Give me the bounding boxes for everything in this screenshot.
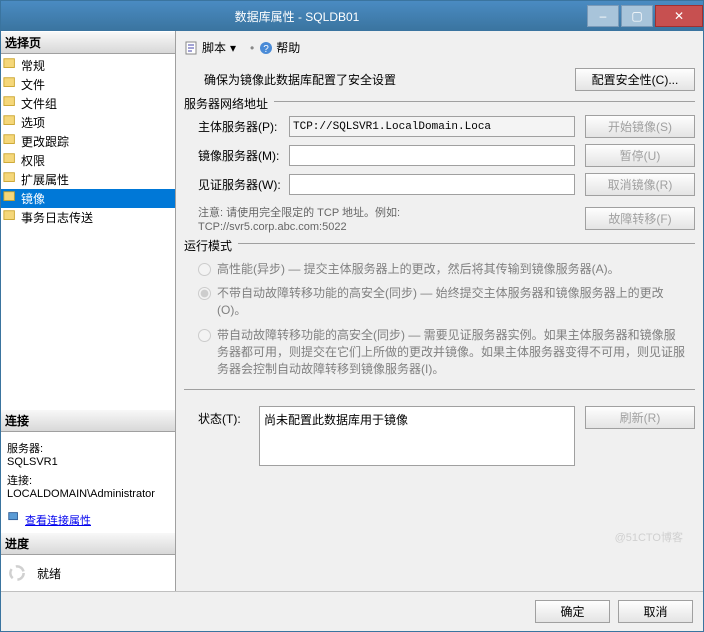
toolbar-sep: • [250, 41, 254, 55]
window-title: 数据库属性 - SQLDB01 [9, 8, 585, 25]
ready-text: 就绪 [37, 565, 61, 582]
svg-text:?: ? [263, 44, 269, 55]
progress-header: 进度 [1, 532, 175, 555]
conn-value: LOCALDOMAIN\Administrator [7, 488, 169, 500]
witness-label: 见证服务器(W): [184, 176, 289, 193]
nav-logshipping[interactable]: 事务日志传送 [1, 208, 175, 227]
script-button[interactable]: 脚本 ▾ [184, 39, 236, 56]
help-icon: ? [258, 40, 274, 56]
note-label: 注意: 请使用完全限定的 TCP 地址。例如: [198, 207, 400, 219]
nav-mirroring[interactable]: 镜像 [1, 189, 175, 208]
conn-label: 连接: [7, 472, 169, 488]
ensure-security-text: 确保为镜像此数据库配置了安全设置 [184, 71, 575, 88]
pause-button[interactable]: 暂停(U) [585, 144, 695, 167]
mode-legend: 运行模式 [184, 237, 238, 254]
nav-changetracking[interactable]: 更改跟踪 [1, 132, 175, 151]
ok-button[interactable]: 确定 [535, 600, 610, 623]
mode-high-perf-radio[interactable] [198, 263, 211, 276]
close-button[interactable]: ✕ [655, 5, 703, 27]
status-text: 尚未配置此数据库用于镜像 [259, 406, 575, 466]
spinner-icon [7, 563, 27, 583]
select-page-header: 选择页 [1, 31, 175, 54]
refresh-button[interactable]: 刷新(R) [585, 406, 695, 429]
server-addresses-group: 服务器网络地址 主体服务器(P): 开始镜像(S) 镜像服务器(M): 暂停(U… [184, 101, 695, 235]
maximize-button[interactable]: ▢ [621, 5, 653, 27]
mirror-label: 镜像服务器(M): [184, 147, 289, 164]
nav-extended[interactable]: 扩展属性 [1, 170, 175, 189]
nav-filegroups[interactable]: 文件组 [1, 94, 175, 113]
connection-icon [7, 510, 21, 524]
dialog-footer: 确定 取消 [1, 591, 703, 631]
nav-files[interactable]: 文件 [1, 75, 175, 94]
nav-options[interactable]: 选项 [1, 113, 175, 132]
mode-high-safe-no-fo[interactable]: 不带自动故障转移功能的高安全(同步) — 始终提交主体服务器和镜像服务器上的更改… [184, 281, 695, 323]
nav-list: 常规 文件 文件组 选项 更改跟踪 权限 扩展属性 镜像 事务日志传送 [1, 54, 175, 229]
toolbar: 脚本 ▾ • ? 帮助 [184, 35, 695, 62]
chevron-down-icon: ▾ [230, 41, 236, 55]
configure-security-button[interactable]: 配置安全性(C)... [575, 68, 695, 91]
server-label: 服务器: [7, 440, 169, 456]
mode-high-perf[interactable]: 高性能(异步) — 提交主体服务器上的更改，然后将其传输到镜像服务器(A)。 [184, 257, 695, 282]
witness-input[interactable] [289, 174, 575, 195]
mode-high-safe-fo[interactable]: 带自动故障转移功能的高安全(同步) — 需要见证服务器实例。如果主体服务器和镜像… [184, 323, 695, 381]
left-panel: 选择页 常规 文件 文件组 选项 更改跟踪 权限 扩展属性 镜像 事务日志传送 … [1, 31, 176, 591]
cancel-button[interactable]: 取消 [618, 600, 693, 623]
script-icon [184, 40, 200, 56]
operating-mode-group: 运行模式 高性能(异步) — 提交主体服务器上的更改，然后将其传输到镜像服务器(… [184, 243, 695, 382]
note-example: TCP://svr5.corp.abc.com:5022 [198, 221, 347, 233]
start-mirror-button[interactable]: 开始镜像(S) [585, 115, 695, 138]
mode-high-safe-no-fo-radio[interactable] [198, 287, 211, 300]
status-group: 状态(T): 尚未配置此数据库用于镜像 刷新(R) [184, 389, 695, 466]
principal-input[interactable] [289, 116, 575, 137]
remove-mirror-button[interactable]: 取消镜像(R) [585, 173, 695, 196]
help-button[interactable]: ? 帮助 [258, 39, 300, 56]
mode-high-safe-fo-radio[interactable] [198, 329, 211, 342]
net-addr-legend: 服务器网络地址 [184, 95, 274, 112]
principal-label: 主体服务器(P): [184, 118, 289, 135]
server-value: SQLSVR1 [7, 456, 169, 468]
nav-general[interactable]: 常规 [1, 56, 175, 75]
failover-button[interactable]: 故障转移(F) [585, 207, 695, 230]
view-connection-link[interactable]: 查看连接属性 [25, 512, 91, 528]
main-panel: 脚本 ▾ • ? 帮助 确保为镜像此数据库配置了安全设置 配置安全性(C)...… [176, 31, 703, 591]
status-label: 状态(T): [184, 406, 259, 427]
titlebar: 数据库属性 - SQLDB01 – ▢ ✕ [1, 1, 703, 31]
connection-header: 连接 [1, 409, 175, 432]
nav-permissions[interactable]: 权限 [1, 151, 175, 170]
minimize-button[interactable]: – [587, 5, 619, 27]
mirror-input[interactable] [289, 145, 575, 166]
